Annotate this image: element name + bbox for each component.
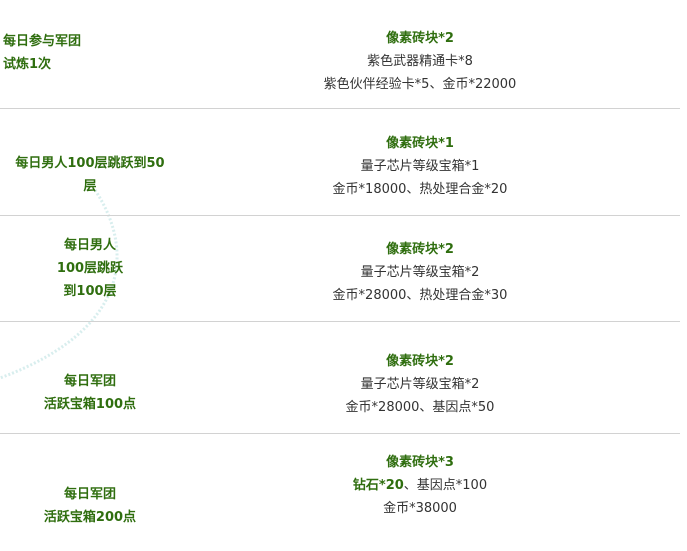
reward-line: 钻石*20、基因点*100	[200, 474, 640, 497]
task-label-line: 每日军团	[63, 487, 116, 502]
reward-row-1: 每日参与军团 试炼1次 像素砖块*2 紫色武器精通卡*8 紫色伙伴经验卡*5、金…	[0, 0, 680, 108]
task-label-line: 活跃宝箱100点	[43, 397, 137, 412]
reward-highlight: 像素砖块*3	[386, 455, 454, 470]
reward-row-4: 每日军团 活跃宝箱100点 像素砖块*2 量子芯片等级宝箱*2 金币*28000…	[0, 322, 680, 432]
task-label-5: 每日军团 活跃宝箱200点	[0, 483, 180, 529]
task-label-line: 每日参与军团	[3, 34, 82, 49]
reward-highlight: 像素砖块*2	[386, 31, 454, 46]
task-label-1: 每日参与军团 试炼1次	[3, 30, 183, 76]
task-label-line: 活跃宝箱200点	[43, 510, 137, 525]
reward-inline-text: 、基因点*100	[403, 478, 488, 493]
reward-line: 紫色武器精通卡*8	[367, 54, 473, 69]
task-label-2: 每日男人100层跳跃到50 层	[0, 152, 180, 198]
reward-highlight-inline: 钻石*20	[352, 478, 404, 493]
reward-list-1: 像素砖块*2 紫色武器精通卡*8 紫色伙伴经验卡*5、金币*22000	[200, 27, 640, 96]
task-label-4: 每日军团 活跃宝箱100点	[0, 370, 180, 416]
reward-line: 金币*38000	[383, 501, 457, 516]
reward-list-4: 像素砖块*2 量子芯片等级宝箱*2 金币*28000、基因点*50	[200, 350, 640, 419]
reward-highlight: 像素砖块*2	[386, 354, 454, 369]
reward-line: 金币*28000、基因点*50	[345, 400, 495, 415]
task-label-line: 到100层	[63, 284, 117, 299]
reward-line: 金币*18000、热处理合金*20	[332, 182, 508, 197]
reward-list-2: 像素砖块*1 量子芯片等级宝箱*1 金币*18000、热处理合金*20	[200, 132, 640, 201]
task-label-line: 每日男人100层跳跃到50	[15, 156, 165, 171]
reward-row-3: 每日男人 100层跳跃 到100层 像素砖块*2 量子芯片等级宝箱*2 金币*2…	[0, 216, 680, 321]
task-label-line: 100层跳跃	[56, 261, 124, 276]
reward-line: 量子芯片等级宝箱*2	[360, 377, 480, 392]
reward-line: 金币*28000、热处理合金*30	[332, 288, 508, 303]
reward-line: 量子芯片等级宝箱*1	[360, 159, 480, 174]
reward-highlight: 像素砖块*1	[386, 136, 454, 151]
task-label-line: 每日军团	[63, 374, 116, 389]
task-label-line: 试炼1次	[3, 57, 52, 72]
reward-row-2: 每日男人100层跳跃到50 层 像素砖块*1 量子芯片等级宝箱*1 金币*180…	[0, 109, 680, 215]
reward-list-3: 像素砖块*2 量子芯片等级宝箱*2 金币*28000、热处理合金*30	[200, 238, 640, 307]
reward-row-5: 每日军团 活跃宝箱200点 像素砖块*3 钻石*20、基因点*100 金币*38…	[0, 434, 680, 544]
reward-line: 量子芯片等级宝箱*2	[360, 265, 480, 280]
task-label-line: 每日男人	[63, 238, 116, 253]
task-label-line: 层	[83, 179, 97, 194]
reward-highlight: 像素砖块*2	[386, 242, 454, 257]
reward-line: 紫色伙伴经验卡*5、金币*22000	[323, 77, 517, 92]
task-label-3: 每日男人 100层跳跃 到100层	[0, 234, 180, 303]
reward-list-5: 像素砖块*3 钻石*20、基因点*100 金币*38000	[200, 451, 640, 520]
